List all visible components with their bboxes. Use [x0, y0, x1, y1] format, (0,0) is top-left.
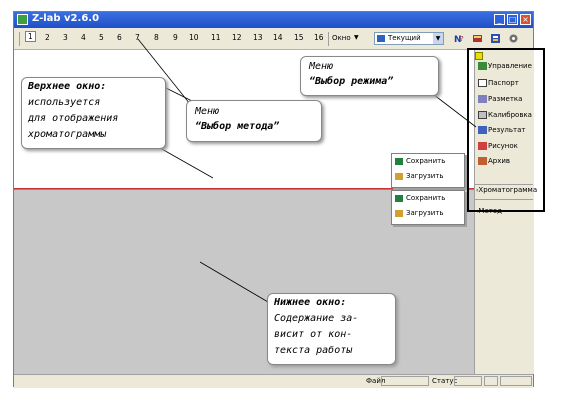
callout-method-line2: “Выбор метода” [195, 121, 280, 132]
callout-lower-line: Содержание за- [274, 313, 359, 324]
callout-method-line1: Меню [195, 106, 220, 117]
callout-upper-line: хроматограммы [28, 129, 107, 140]
callout-lower-line: текста работы [274, 345, 353, 356]
callout-lower-line: висит от кон- [274, 329, 353, 340]
callout-mode-menu: Меню “Выбор режима” [300, 56, 439, 96]
callout-upper-window: Верхнее окно: используется для отображен… [21, 77, 166, 149]
callout-upper-line: для отображения [28, 113, 119, 124]
callout-lower-title: Нижнее окно: [274, 297, 347, 308]
callout-upper-line: используется [28, 97, 101, 108]
callout-upper-title: Верхнее окно: [28, 81, 107, 92]
callout-mode-line1: Меню [309, 61, 334, 72]
callout-method-menu: Меню “Выбор метода” [186, 100, 322, 142]
callout-lower-window: Нижнее окно: Содержание за- висит от кон… [267, 293, 396, 365]
callout-mode-line2: “Выбор режима” [309, 76, 394, 87]
